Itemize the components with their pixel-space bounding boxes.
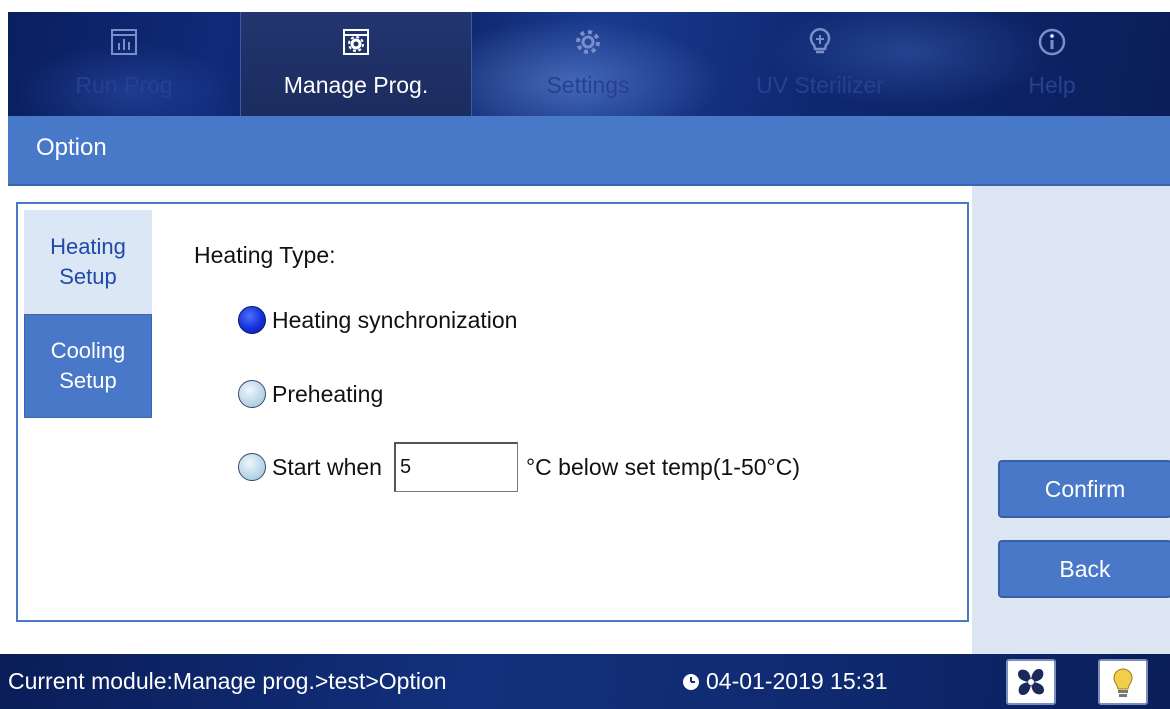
option-label: Preheating — [272, 380, 384, 407]
tab-manage-prog[interactable]: Manage Prog. — [240, 12, 472, 116]
start-when-temp-input[interactable] — [393, 442, 518, 492]
tab-uv-sterilizer[interactable]: UV Sterilizer — [704, 12, 936, 116]
side-tab-heating-line1: Heating — [50, 234, 126, 259]
tab-run-prog[interactable]: Run Prog — [8, 12, 240, 116]
fan-button[interactable] — [1006, 659, 1056, 705]
tab-help[interactable]: Help — [936, 12, 1168, 116]
fan-icon — [1018, 669, 1044, 695]
option-heating-synchronization[interactable]: Heating synchronization — [238, 306, 517, 334]
side-tab-cooling-setup[interactable]: Cooling Setup — [24, 314, 152, 418]
action-column: Confirm Back — [972, 186, 1170, 654]
side-tab-cooling-line1: Cooling — [50, 338, 126, 363]
tab-run-prog-label: Run Prog — [75, 72, 173, 98]
side-tab-cooling-line2: Setup — [59, 368, 117, 393]
radio-start-when[interactable] — [238, 453, 266, 481]
page-title: Option — [36, 134, 107, 161]
start-when-suffix: °C below set temp(1-50°C) — [525, 453, 800, 480]
option-start-when[interactable]: Start when °C below set temp(1-50°C) — [238, 442, 800, 492]
gear-icon — [573, 26, 603, 58]
current-module-text: Current module:Manage prog.>test>Option — [8, 668, 447, 694]
gear-window-icon — [342, 26, 370, 58]
heating-type-label: Heating Type: — [194, 242, 336, 268]
confirm-button[interactable]: Confirm — [998, 460, 1170, 518]
option-label: Start when — [272, 453, 382, 480]
radio-heating-synchronization[interactable] — [238, 306, 266, 334]
tab-uv-sterilizer-label: UV Sterilizer — [756, 72, 884, 98]
lightbulb-icon — [806, 26, 834, 58]
tab-settings[interactable]: Settings — [472, 12, 704, 116]
side-tab-heating-setup[interactable]: Heating Setup — [24, 210, 152, 314]
info-icon — [1037, 26, 1067, 58]
tab-manage-prog-label: Manage Prog. — [283, 72, 429, 98]
clock-icon — [683, 673, 699, 690]
back-button[interactable]: Back — [998, 540, 1170, 598]
side-tab-heating-line2: Setup — [59, 264, 117, 289]
option-label: Heating synchronization — [272, 306, 518, 333]
tab-help-label: Help — [1028, 72, 1076, 98]
datetime-text: 04-01-2019 15:31 — [706, 668, 888, 694]
radio-preheating[interactable] — [238, 380, 266, 408]
chart-window-icon — [110, 26, 138, 58]
top-nav-bar: Run Prog Manage Prog. Settings UV Steril… — [8, 12, 1170, 116]
option-header: Option — [8, 116, 1170, 186]
heating-setup-panel: Heating Setup Cooling Setup Heating Type… — [16, 202, 969, 622]
status-bar: Current module:Manage prog.>test>Option … — [0, 654, 1170, 709]
tab-settings-label: Settings — [546, 72, 630, 98]
option-preheating[interactable]: Preheating — [238, 380, 383, 408]
status-datetime: 04-01-2019 15:31 — [682, 668, 888, 695]
lamp-button[interactable] — [1098, 659, 1148, 705]
main-panel: Heating Setup Cooling Setup Heating Type… — [8, 186, 1170, 654]
lightbulb-icon — [1113, 668, 1133, 697]
